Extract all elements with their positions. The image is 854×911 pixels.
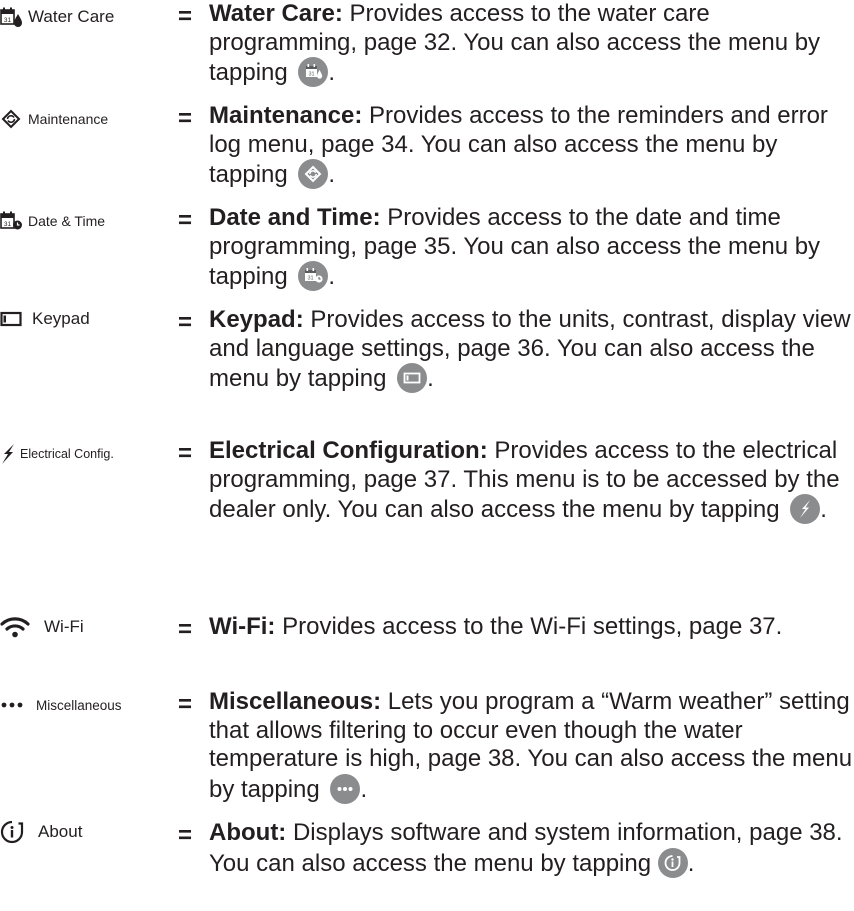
ellipsis-button-icon <box>330 773 361 804</box>
keypad-icon <box>0 308 22 330</box>
label-electrical-config: Electrical Config. <box>0 437 114 471</box>
description-keypad: Keypad: Provides access to the units, co… <box>209 306 851 393</box>
ellipsis-icon <box>0 694 26 716</box>
description-about: About: Displays software and system info… <box>209 819 843 878</box>
label-wifi: Wi-Fi <box>0 610 84 644</box>
calendar-clock-button-icon: 31 <box>298 261 329 291</box>
description-maintenance: Maintenance: Provides access to the remi… <box>209 102 828 189</box>
separator: = <box>178 691 193 718</box>
description-water-care: Water Care: Provides access to the water… <box>209 0 821 87</box>
description-electrical-config: Electrical Configuration: Provides acces… <box>209 437 840 524</box>
separator: = <box>178 3 193 30</box>
maintenance-icon <box>0 108 22 130</box>
label-keypad: Keypad <box>0 302 90 336</box>
calendar-clock-icon: 31 <box>0 210 22 232</box>
keypad-button-icon <box>397 363 428 393</box>
label-maintenance: Maintenance <box>0 102 108 136</box>
svg-text:31: 31 <box>4 17 12 24</box>
wifi-icon <box>0 616 30 638</box>
lightning-button-icon <box>790 494 821 524</box>
separator: = <box>178 105 193 132</box>
calendar-drop-icon: 31 <box>0 6 22 28</box>
description-miscellaneous: Miscellaneous: Lets you program a “Warm … <box>209 688 853 804</box>
separator: = <box>178 616 193 643</box>
svg-text:31: 31 <box>4 221 12 228</box>
page: { "entries": [ {"label": "Water Care", "… <box>0 0 854 911</box>
maintenance-button-icon <box>298 159 329 189</box>
separator: = <box>178 207 193 234</box>
svg-text:31: 31 <box>308 276 314 282</box>
description-date-time: Date and Time: Provides access to the da… <box>209 204 821 291</box>
label-miscellaneous: Miscellaneous <box>0 688 122 722</box>
description-wifi: Wi-Fi: Provides access to the Wi-Fi sett… <box>209 613 783 640</box>
info-button-icon <box>657 847 688 878</box>
separator: = <box>178 440 193 467</box>
separator: = <box>178 822 193 849</box>
lightning-icon <box>0 443 16 465</box>
label-water-care: 31 Water Care <box>0 0 114 34</box>
label-about: About <box>0 815 82 849</box>
label-date-time: 31 Date & Time <box>0 204 105 238</box>
info-icon <box>0 820 26 844</box>
separator: = <box>178 309 193 336</box>
svg-text:31: 31 <box>309 72 315 78</box>
calendar-drop-button-icon: 31 <box>298 57 329 87</box>
